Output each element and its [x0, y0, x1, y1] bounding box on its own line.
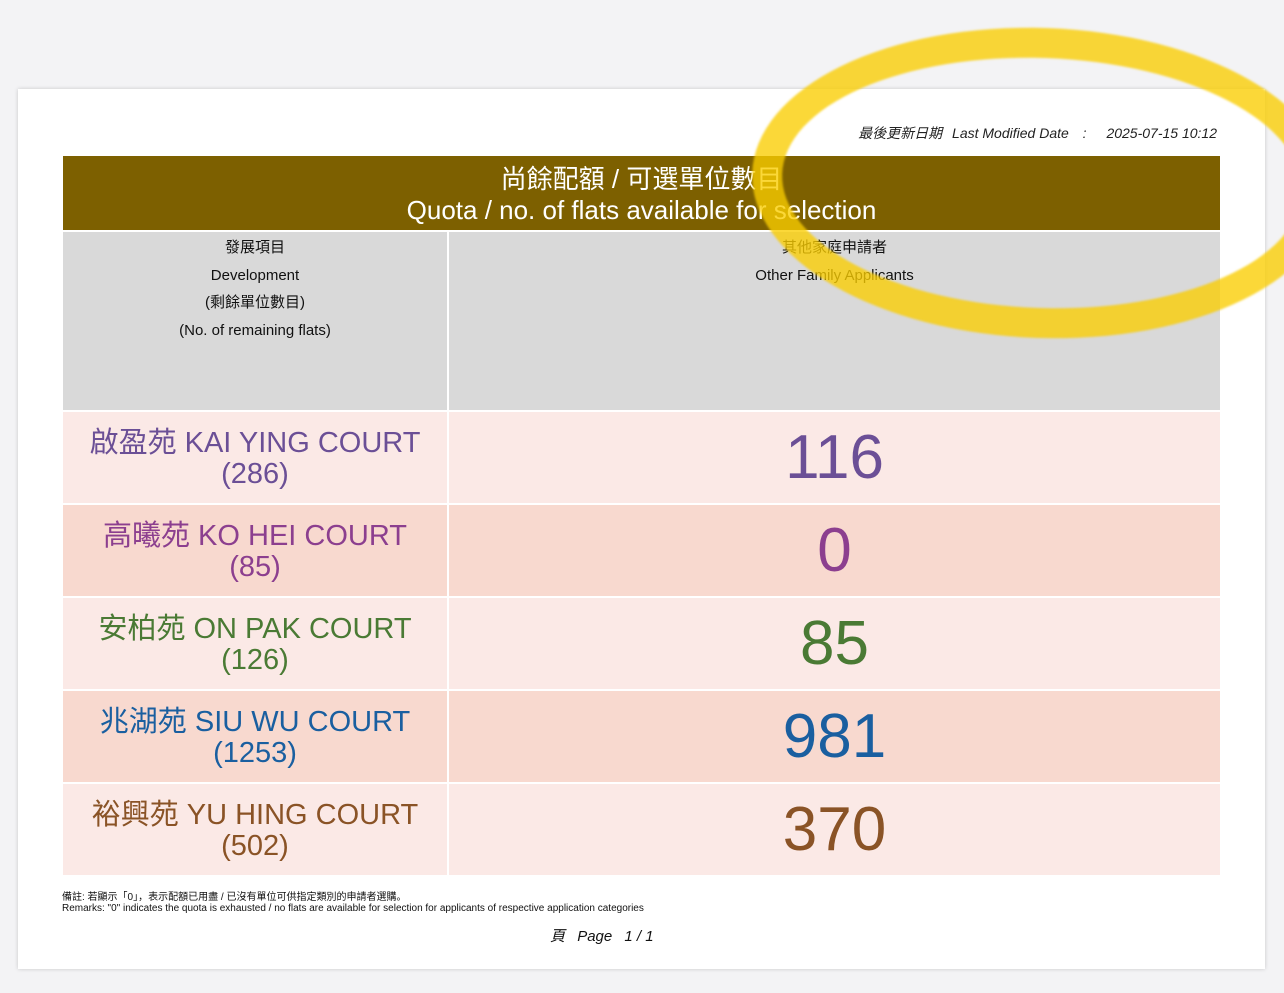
- quota-value: 0: [817, 516, 852, 585]
- quota-cell: 116: [449, 412, 1220, 503]
- quota-cell: 981: [449, 691, 1220, 782]
- table-row: 高曦苑 KO HEI COURT (85) 0: [63, 505, 1220, 596]
- development-header-zh: 發展項目: [224, 239, 285, 256]
- page-label-zh: 頁: [550, 928, 566, 945]
- development-cell: 裕興苑 YU HING COURT (502): [63, 784, 447, 875]
- development-cell: 啟盈苑 KAI YING COURT (286): [63, 412, 447, 503]
- quota-value: 116: [785, 423, 884, 492]
- last-modified-date: 最後更新日期 Last Modified Date : 2025-07-15 1…: [852, 123, 1217, 143]
- last-modified-label-zh: 最後更新日期: [858, 125, 943, 141]
- title-zh: 尚餘配額 / 可選單位數目: [500, 164, 783, 194]
- development-cell: 安柏苑 ON PAK COURT (126): [63, 598, 447, 689]
- last-modified-label-en: Last Modified Date: [952, 125, 1069, 141]
- table-row: 安柏苑 ON PAK COURT (126) 85: [63, 598, 1220, 689]
- title-en: Quota / no. of flats available for selec…: [406, 195, 877, 225]
- last-modified-separator: :: [1082, 125, 1087, 141]
- remaining-flats: (502): [221, 830, 289, 862]
- development-name: 高曦苑 KO HEI COURT: [103, 520, 407, 552]
- remaining-flats: (286): [221, 458, 289, 490]
- development-column-header: 發展項目 Development (剩餘單位數目) (No. of remain…: [63, 232, 447, 410]
- other-family-header-en: Other Family Applicants: [755, 266, 914, 284]
- table-row: 啟盈苑 KAI YING COURT (286) 116: [63, 412, 1220, 503]
- page-number: 頁 Page 1 / 1: [550, 925, 662, 946]
- development-name: 兆湖苑 SIU WU COURT: [99, 706, 411, 738]
- development-header-en: Development: [210, 266, 300, 284]
- quota-cell: 370: [449, 784, 1220, 875]
- remarks: 備註: 若顯示「0」，表示配額已用盡 / 已沒有單位可供指定類別的申請者選購。 …: [62, 892, 644, 914]
- quota-table: 發展項目 Development (剩餘單位數目) (No. of remain…: [63, 232, 1220, 877]
- remarks-en: Remarks: "0" indicates the quota is exha…: [62, 903, 644, 914]
- table-row: 兆湖苑 SIU WU COURT (1253) 981: [63, 691, 1220, 782]
- quota-value: 981: [782, 702, 887, 771]
- development-cell: 高曦苑 KO HEI COURT (85): [63, 505, 447, 596]
- quota-value: 370: [782, 795, 887, 864]
- development-subheader-zh: (剩餘單位數目): [205, 294, 305, 311]
- development-name: 裕興苑 YU HING COURT: [91, 799, 419, 831]
- development-name: 啟盈苑 KAI YING COURT: [89, 427, 421, 459]
- remaining-flats: (85): [229, 551, 281, 583]
- remaining-flats: (126): [221, 644, 289, 676]
- table-row: 裕興苑 YU HING COURT (502) 370: [63, 784, 1220, 875]
- table-title-bar: 尚餘配額 / 可選單位數目 Quota / no. of flats avail…: [63, 156, 1220, 230]
- quota-value: 85: [800, 609, 869, 678]
- remaining-flats: (1253): [213, 737, 297, 769]
- other-family-column-header: 其他家庭申請者 Other Family Applicants: [449, 232, 1220, 410]
- page-value: 1 / 1: [624, 928, 654, 945]
- development-subheader-en: (No. of remaining flats): [179, 321, 331, 339]
- last-modified-value: 2025-07-15 10:12: [1106, 125, 1217, 141]
- other-family-header-zh: 其他家庭申請者: [781, 239, 887, 256]
- remarks-zh: 備註: 若顯示「0」，表示配額已用盡 / 已沒有單位可供指定類別的申請者選購。: [62, 892, 407, 903]
- table-header-row: 發展項目 Development (剩餘單位數目) (No. of remain…: [63, 232, 1220, 410]
- document-page: 最後更新日期 Last Modified Date : 2025-07-15 1…: [18, 89, 1265, 969]
- quota-cell: 85: [449, 598, 1220, 689]
- development-cell: 兆湖苑 SIU WU COURT (1253): [63, 691, 447, 782]
- development-name: 安柏苑 ON PAK COURT: [98, 613, 412, 645]
- quota-cell: 0: [449, 505, 1220, 596]
- page-label-en: Page: [577, 928, 613, 945]
